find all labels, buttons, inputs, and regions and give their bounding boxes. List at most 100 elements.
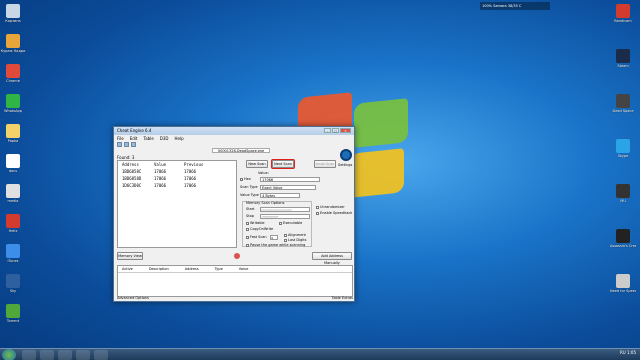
desktop-shortcut-icon[interactable]: Steam: [610, 49, 636, 68]
menu-file[interactable]: File: [117, 136, 124, 141]
shortcut-label: Кураж Кадри: [0, 49, 26, 53]
shortcut-label: Dead Space: [612, 109, 634, 113]
value-type-select[interactable]: 4 Bytes: [260, 193, 300, 198]
game-icon[interactable]: [94, 350, 108, 360]
writable-checkbox[interactable]: Writable: [246, 221, 265, 225]
toolbar: [114, 141, 354, 148]
table-row[interactable]: 1BD6858D 17066 17066: [118, 175, 236, 182]
alignment-radio[interactable]: Alignment: [284, 233, 306, 237]
add-address-manually-button[interactable]: Add Address Manually: [312, 252, 352, 265]
shortcut-icon: [616, 139, 630, 153]
fast-scan-checkbox[interactable]: Fast Scan: [246, 235, 267, 239]
value-type-label: Value Type: [240, 193, 259, 197]
shortcut-label: Need for Speed: [610, 289, 636, 293]
pause-game-checkbox[interactable]: Pause the game while scanning: [246, 243, 305, 247]
copyonwrite-checkbox[interactable]: CopyOnWrite: [246, 227, 273, 231]
address-list-header: Active Description Address Type Value: [118, 266, 352, 273]
system-tray-clock[interactable]: RU 1:05: [620, 350, 636, 355]
stop-address-input[interactable]: 7fffffffffffffff: [260, 214, 310, 219]
shortcut-label: Steam: [617, 64, 629, 68]
shortcut-label: Assassin's Creed: [610, 244, 636, 248]
shortcut-icon: [6, 184, 20, 198]
fast-scan-input[interactable]: 4: [270, 235, 278, 240]
settings-link[interactable]: Settings: [338, 163, 352, 167]
table-row[interactable]: 1D6C3D0C 17066 17066: [118, 182, 236, 189]
maximize-button[interactable]: □: [332, 128, 339, 133]
menu-edit[interactable]: Edit: [130, 136, 138, 141]
desktop-shortcut-icon[interactable]: iTunes: [0, 244, 26, 263]
explorer-icon[interactable]: [22, 350, 36, 360]
minimize-button[interactable]: –: [324, 128, 331, 133]
desktop-shortcut-icon[interactable]: Helix: [0, 214, 26, 233]
desktop-shortcut-icon[interactable]: media: [0, 184, 26, 203]
shortcut-icon: [616, 49, 630, 63]
desktop-shortcut-icon[interactable]: Skype: [610, 139, 636, 158]
last-digits-radio[interactable]: Last Digits: [284, 238, 306, 242]
undo-scan-button[interactable]: Undo Scan: [314, 160, 336, 168]
desktop-shortcut-icon[interactable]: Корзина: [0, 4, 26, 23]
chrome-icon[interactable]: [58, 350, 72, 360]
shortcut-icon: [6, 244, 20, 258]
desktop-shortcut-icon[interactable]: docs: [0, 154, 26, 173]
cheat-engine-logo-icon[interactable]: [340, 149, 352, 161]
table-extras-link[interactable]: Table Extras: [332, 296, 353, 300]
executable-checkbox[interactable]: Executable: [279, 221, 302, 225]
address-list[interactable]: Active Description Address Type Value: [117, 265, 353, 297]
memory-view-button[interactable]: Memory View: [117, 252, 143, 260]
desktop-shortcut-icon[interactable]: Need for Speed: [610, 274, 636, 293]
shortcut-label: Корзина: [5, 19, 21, 23]
shortcut-label: docs: [8, 169, 18, 173]
desktop-shortcut-icon[interactable]: Sky: [0, 274, 26, 293]
next-scan-button[interactable]: Next Scan: [271, 159, 295, 169]
menu-help[interactable]: Help: [175, 136, 184, 141]
shortcut-icon: [616, 229, 630, 243]
table-row[interactable]: 1BD6858C 17066 17066: [118, 168, 236, 175]
shortcut-icon: [6, 34, 20, 48]
col-value[interactable]: Value: [154, 162, 184, 167]
desktop-shortcut-icon[interactable]: Chrome: [0, 64, 26, 83]
start-address-input[interactable]: 0000000000000000: [260, 207, 310, 212]
shortcut-icon: [616, 94, 630, 108]
col-previous[interactable]: Previous: [184, 162, 214, 167]
top-widget: 100% Samara 38/35 C: [480, 2, 550, 10]
value-input[interactable]: 17066: [260, 177, 320, 182]
clear-list-icon[interactable]: [234, 253, 240, 259]
media-icon[interactable]: [40, 350, 54, 360]
desktop-shortcut-icon[interactable]: Bandicam: [610, 4, 636, 23]
save-icon[interactable]: [131, 142, 136, 147]
desktop-shortcut-icon[interactable]: Papka: [0, 124, 26, 143]
taskbar: RU 1:05: [0, 348, 640, 360]
desktop-shortcut-icon[interactable]: Dead Space: [610, 94, 636, 113]
results-list[interactable]: Address Value Previous 1BD6858C 17066 1706…: [117, 160, 237, 248]
open-file-icon[interactable]: [124, 142, 129, 147]
shortcut-icon: [6, 214, 20, 228]
title-bar[interactable]: Cheat Engine 6.4 – □ ✕: [114, 127, 354, 135]
close-button[interactable]: ✕: [340, 128, 351, 133]
desktop-shortcut-icon[interactable]: Torrent: [0, 304, 26, 323]
new-scan-button[interactable]: New Scan: [246, 160, 268, 168]
scan-type-select[interactable]: Exact Value: [260, 185, 316, 190]
desktop-shortcut-icon[interactable]: Кураж Кадри: [0, 34, 26, 53]
start-button[interactable]: [2, 349, 16, 360]
window-title: Cheat Engine 6.4: [117, 128, 152, 133]
shortcut-label: Torrent: [6, 319, 20, 323]
shortcut-label: WhatsApp: [4, 109, 22, 113]
col-address[interactable]: Address: [122, 162, 154, 167]
menu-d3d[interactable]: D3D: [160, 136, 169, 141]
speedhack-checkbox[interactable]: Enable Speedhack: [316, 211, 352, 215]
unrandomizer-checkbox[interactable]: Unrandomizer: [316, 205, 345, 209]
process-label: 00001328-DeadSpace.exe: [212, 148, 270, 153]
desktop-shortcut-icon[interactable]: MU: [610, 184, 636, 203]
cheat-engine-taskbar-icon[interactable]: [76, 350, 90, 360]
shortcut-label: iTunes: [7, 259, 19, 263]
shortcut-label: Skype: [617, 154, 629, 158]
shortcut-icon: [616, 184, 630, 198]
shortcut-icon: [616, 4, 630, 18]
menu-table[interactable]: Table: [143, 136, 153, 141]
shortcut-label: Chrome: [6, 79, 20, 83]
desktop-shortcut-icon[interactable]: WhatsApp: [0, 94, 26, 113]
advanced-options-link[interactable]: Advanced Options: [117, 296, 149, 300]
open-process-icon[interactable]: [117, 142, 122, 147]
hex-checkbox[interactable]: Hex: [240, 177, 251, 181]
desktop-shortcut-icon[interactable]: Assassin's Creed: [610, 229, 636, 248]
